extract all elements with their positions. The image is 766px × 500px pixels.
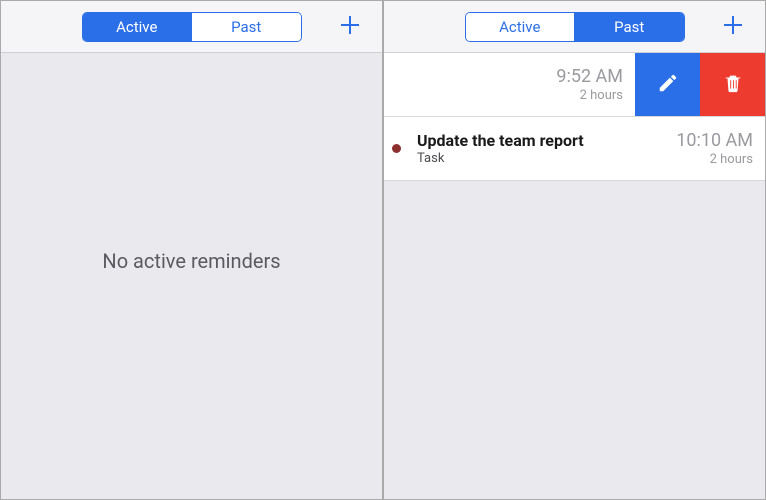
tab-active-label: Active — [116, 18, 157, 36]
reminder-time: 10:10 AM — [676, 130, 753, 151]
edit-button[interactable] — [635, 53, 700, 116]
reminder-title: reak! — [384, 75, 556, 94]
delete-button[interactable] — [700, 53, 765, 116]
list-item[interactable]: Update the team report Task 10:10 AM 2 h… — [384, 117, 765, 181]
tab-past-label: Past — [231, 18, 261, 36]
reminders-list: reak! 9:52 AM 2 hours Update the team re… — [384, 53, 765, 181]
list-item-content: reak! 9:52 AM 2 hours — [384, 53, 635, 116]
panel-past-list: Active Past — [383, 0, 766, 500]
reminder-duration: 2 hours — [710, 152, 753, 167]
tab-past[interactable]: Past — [574, 13, 684, 41]
panel-active-empty: Active Past No active reminders — [0, 0, 383, 500]
segmented-control: Active Past — [465, 12, 685, 42]
add-button[interactable] — [715, 1, 751, 52]
tab-active[interactable]: Active — [83, 13, 192, 41]
tab-past-label: Past — [614, 18, 644, 36]
tab-past[interactable]: Past — [191, 13, 301, 41]
tab-active[interactable]: Active — [466, 13, 575, 41]
reminder-title: Update the team report — [417, 131, 676, 150]
plus-icon — [338, 13, 362, 41]
pencil-icon — [657, 72, 679, 98]
status-dot — [392, 144, 401, 153]
reminder-duration: 2 hours — [580, 88, 623, 103]
panel-body: No active reminders — [1, 53, 382, 499]
list-item[interactable]: reak! 9:52 AM 2 hours — [384, 53, 765, 117]
topbar: Active Past — [384, 1, 765, 53]
add-button[interactable] — [332, 1, 368, 52]
trash-icon — [722, 72, 744, 98]
tab-active-label: Active — [499, 18, 540, 36]
topbar: Active Past — [1, 1, 382, 53]
reminder-subtitle: Task — [417, 151, 676, 166]
segmented-control: Active Past — [82, 12, 302, 42]
swipe-actions — [635, 53, 765, 116]
reminder-time: 9:52 AM — [556, 66, 623, 87]
panel-body: reak! 9:52 AM 2 hours Update the team re… — [384, 53, 765, 499]
plus-icon — [721, 13, 745, 41]
list-item-content: Update the team report Task 10:10 AM 2 h… — [384, 117, 765, 180]
empty-state-message: No active reminders — [1, 249, 382, 273]
